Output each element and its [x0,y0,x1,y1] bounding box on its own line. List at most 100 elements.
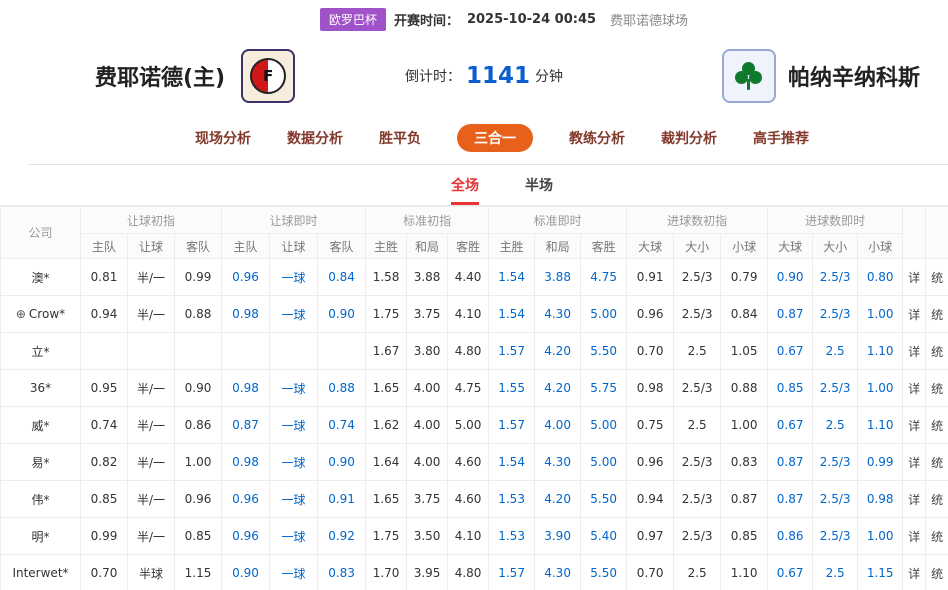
odds-cell-goals-initial: 2.5/3 [674,259,721,296]
nav-tab-expert-picks[interactable]: 高手推荐 [753,124,809,152]
nav-tab-referee-analysis[interactable]: 裁判分析 [661,124,717,152]
company-cell: 澳* [1,259,81,296]
odds-cell-goals-initial: 1.05 [721,333,768,370]
detail-link[interactable]: 详 [908,456,920,470]
match-info-bar: 欧罗巴杯 开赛时间： 2025-10-24 00:45 费耶诺德球场 [30,0,948,38]
nav-tab-three-in-one[interactable]: 三合一 [457,124,533,152]
odds-cell-standard-initial: 1.58 [366,259,407,296]
odds-cell-handicap-initial: 半/一 [128,407,175,444]
odds-cell-handicap-initial [175,333,222,370]
odds-cell-handicap-live: 一球 [270,518,318,555]
odds-cell-handicap-live: 一球 [270,296,318,333]
odds-cell-handicap-live: 一球 [270,444,318,481]
action-cell: 详 [903,333,926,370]
stats-link[interactable]: 统 [931,271,943,285]
action-cell: 统 [926,296,948,333]
group-header-goals-live: 进球数即时 [768,207,903,234]
detail-link[interactable]: 详 [908,271,920,285]
company-name[interactable]: 36* [30,381,51,395]
detail-link[interactable]: 详 [908,493,920,507]
detail-link[interactable]: 详 [908,382,920,396]
stats-link[interactable]: 统 [931,530,943,544]
detail-link[interactable]: 详 [908,530,920,544]
away-team-name[interactable]: 帕纳辛纳科斯 [788,60,920,92]
detail-link[interactable]: 详 [908,419,920,433]
nav-tab-data-analysis[interactable]: 数据分析 [287,124,343,152]
detail-link[interactable]: 详 [908,308,920,322]
nav-tab-live-analysis[interactable]: 现场分析 [195,124,251,152]
company-name[interactable]: 立* [31,345,49,359]
odds-cell-goals-live: 0.67 [768,407,813,444]
stats-link[interactable]: 统 [931,419,943,433]
stats-link[interactable]: 统 [931,308,943,322]
company-name[interactable]: 明* [31,530,49,544]
detail-link[interactable]: 详 [908,567,920,581]
league-badge[interactable]: 欧罗巴杯 [320,8,386,31]
bookmaker-logo-icon: ⊕ [16,307,26,321]
odds-cell-standard-live: 1.57 [489,333,535,370]
period-tab-half-time[interactable]: 半场 [525,175,553,205]
home-team-name[interactable]: 费耶诺德(主) [95,60,225,92]
odds-cell-handicap-initial: 0.99 [175,259,222,296]
odds-cell-goals-live: 2.5/3 [813,518,858,555]
group-header-goals-initial: 进球数初指 [627,207,768,234]
odds-cell-goals-live: 1.00 [858,518,903,555]
action-column-header [903,207,926,259]
odds-cell-goals-live: 0.99 [858,444,903,481]
odds-cell-handicap-live: 一球 [270,259,318,296]
company-name[interactable]: 伟* [31,493,49,507]
odds-cell-standard-live: 1.54 [489,444,535,481]
period-tab-full-time[interactable]: 全场 [451,175,479,205]
subcol-header: 主胜 [489,234,535,259]
company-name[interactable]: 威* [31,419,49,433]
odds-cell-goals-initial: 2.5 [674,555,721,590]
odds-cell-handicap-live: 0.96 [222,481,270,518]
odds-cell-standard-initial: 1.62 [366,407,407,444]
subcol-header: 和局 [535,234,581,259]
odds-cell-standard-initial: 4.10 [448,518,489,555]
company-name[interactable]: Crow* [29,307,65,321]
stats-link[interactable]: 统 [931,456,943,470]
stats-link[interactable]: 统 [931,493,943,507]
detail-link[interactable]: 详 [908,345,920,359]
action-column-header [926,207,948,259]
odds-cell-standard-live: 5.75 [581,370,627,407]
odds-cell-goals-initial: 0.97 [627,518,674,555]
odds-cell-standard-initial: 3.75 [407,296,448,333]
company-name[interactable]: 易* [31,456,49,470]
odds-cell-handicap-live: 0.90 [222,555,270,590]
stats-link[interactable]: 统 [931,567,943,581]
odds-row: 明*0.99半/一0.850.96一球0.921.753.504.101.533… [1,518,948,555]
odds-cell-handicap-live: 0.90 [318,296,366,333]
stats-link[interactable]: 统 [931,345,943,359]
nav-tab-win-draw-lose[interactable]: 胜平负 [379,124,421,152]
odds-cell-standard-initial: 1.70 [366,555,407,590]
action-cell: 详 [903,296,926,333]
odds-cell-goals-live: 0.87 [768,481,813,518]
odds-cell-handicap-live: 一球 [270,370,318,407]
subcol-header: 让球 [128,234,175,259]
odds-cell-goals-initial: 0.98 [627,370,674,407]
odds-cell-standard-initial: 4.10 [448,296,489,333]
subcol-header: 和局 [407,234,448,259]
odds-cell-handicap-initial: 0.94 [81,296,128,333]
company-name[interactable]: 澳* [31,271,49,285]
odds-row: 立*1.673.804.801.574.205.500.702.51.050.6… [1,333,948,370]
odds-cell-handicap-initial [81,333,128,370]
action-cell: 统 [926,444,948,481]
odds-cell-goals-initial: 0.88 [721,370,768,407]
odds-cell-goals-initial: 1.00 [721,407,768,444]
stats-link[interactable]: 统 [931,382,943,396]
feyenoord-crest-icon: F [250,58,286,94]
away-team-logo [722,49,776,103]
odds-cell-standard-live: 4.00 [535,407,581,444]
nav-tab-coach-analysis[interactable]: 教练分析 [569,124,625,152]
odds-cell-standard-initial: 5.00 [448,407,489,444]
odds-cell-handicap-live: 0.91 [318,481,366,518]
odds-cell-handicap-live: 0.98 [222,444,270,481]
odds-cell-handicap-live: 0.74 [318,407,366,444]
countdown-unit: 分钟 [535,66,563,86]
odds-cell-goals-initial: 2.5/3 [674,444,721,481]
odds-cell-standard-initial: 4.60 [448,481,489,518]
company-name[interactable]: Interwet* [12,566,68,580]
